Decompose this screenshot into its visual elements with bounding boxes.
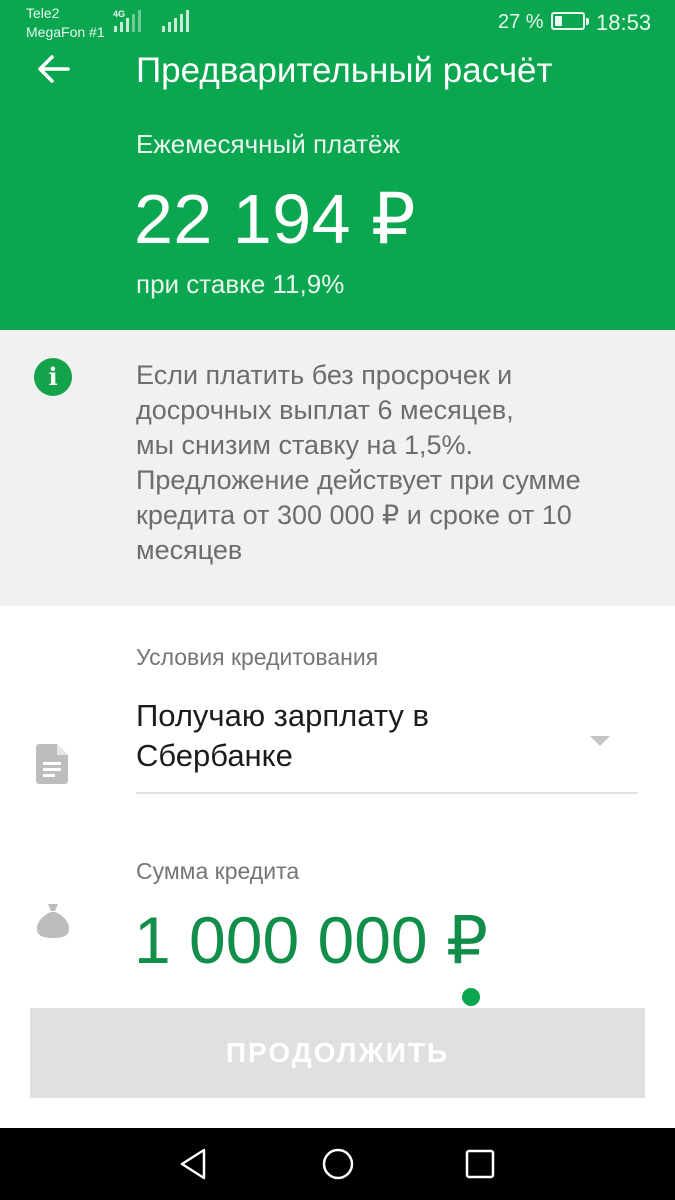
nav-recent-apps-icon[interactable] bbox=[460, 1144, 500, 1184]
info-text-line: Предложение действует при сумме bbox=[136, 465, 581, 495]
carrier-name-secondary: MegaFon #1 bbox=[26, 24, 105, 40]
money-bag-icon bbox=[36, 904, 70, 938]
info-text-line: месяцев bbox=[136, 535, 243, 565]
status-time: 18:53 bbox=[596, 10, 652, 35]
battery-level-fill bbox=[555, 16, 562, 26]
back-button[interactable] bbox=[26, 48, 82, 94]
loan-amount-slider-handle[interactable] bbox=[462, 988, 480, 1006]
signal-strength-icon-sim2 bbox=[162, 10, 190, 32]
info-text-line: кредита от 300 000 ₽ и сроке от 10 bbox=[136, 500, 572, 530]
nav-back-icon[interactable] bbox=[174, 1144, 214, 1184]
system-navigation-bar bbox=[0, 1128, 675, 1200]
monthly-payment-label: Ежемесячный платёж bbox=[136, 129, 400, 159]
loan-form: Условия кредитования Получаю зарплату в … bbox=[0, 606, 675, 1006]
continue-button[interactable]: ПРОДОЛЖИТЬ bbox=[30, 1008, 645, 1098]
battery-icon bbox=[551, 12, 589, 30]
credit-conditions-select[interactable]: Получаю зарплату в Сбербанке bbox=[136, 696, 429, 776]
status-bar: Tele2 MegaFon #1 4G 27 % 18:53 bbox=[0, 0, 675, 46]
carrier-name-primary: Tele2 bbox=[26, 5, 60, 21]
document-icon bbox=[36, 744, 68, 784]
info-text-line: мы снизим ставку на 1,5%. bbox=[136, 430, 473, 460]
nav-home-icon[interactable] bbox=[318, 1144, 358, 1184]
signal-strength-icon-sim1: 4G bbox=[112, 9, 141, 32]
interest-rate-note: при ставке 11,9% bbox=[136, 269, 345, 299]
loan-amount-value[interactable]: 1 000 000 ₽ bbox=[134, 896, 488, 984]
network-type-label: 4G bbox=[113, 9, 126, 19]
credit-conditions-label: Условия кредитования bbox=[136, 644, 379, 670]
arrow-back-icon bbox=[38, 55, 70, 83]
dropdown-arrow-icon[interactable] bbox=[590, 736, 610, 746]
info-text-line: Если платить без просрочек и bbox=[136, 360, 513, 390]
select-underline bbox=[136, 792, 638, 794]
credit-conditions-value-line: Получаю зарплату в bbox=[136, 698, 429, 733]
page-title: Предварительный расчёт bbox=[136, 51, 553, 90]
credit-conditions-value-line: Сбербанке bbox=[136, 738, 293, 773]
info-icon: i bbox=[34, 358, 72, 396]
rate-reduction-info: i Если платить без просрочек и досрочных… bbox=[0, 330, 675, 606]
loan-amount-label: Сумма кредита bbox=[136, 858, 300, 884]
battery-percentage: 27 % bbox=[498, 11, 544, 33]
calculation-header: Предварительный расчёт Ежемесячный платё… bbox=[0, 46, 675, 330]
monthly-payment-amount: 22 194 ₽ bbox=[134, 180, 417, 258]
info-text: Если платить без просрочек и досрочных в… bbox=[136, 358, 656, 568]
info-text-line: досрочных выплат 6 месяцев, bbox=[136, 395, 514, 425]
